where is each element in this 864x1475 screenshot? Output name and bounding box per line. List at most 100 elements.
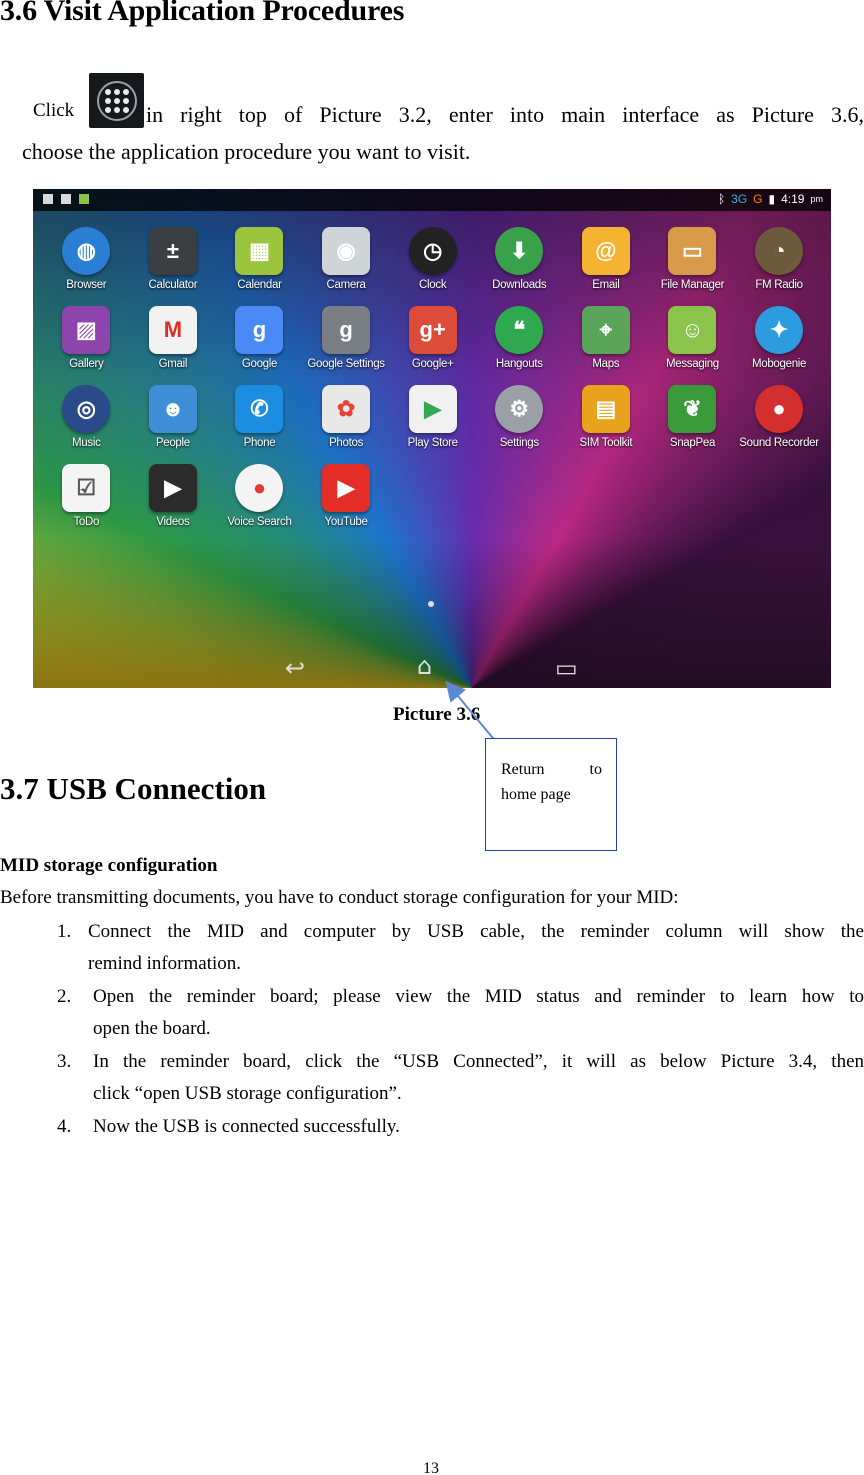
app-fm-radio[interactable]: ◔ FM Radio: [736, 227, 823, 306]
app-label: SnapPea: [669, 437, 716, 449]
list-item: 1. Connect the MID and computer by USB c…: [57, 916, 864, 980]
list-number: 2.: [57, 986, 72, 1007]
people-icon: ☻: [148, 385, 197, 433]
list-text-line-1: Open the reminder board; please view the…: [93, 986, 864, 1007]
sim-icon: ▤: [581, 385, 630, 433]
app-clock[interactable]: ◷ Clock: [389, 227, 476, 306]
clock-icon: ◷: [408, 227, 457, 275]
app-label: Voice Search: [227, 516, 292, 528]
app-sound-recorder[interactable]: ● Sound Recorder: [736, 385, 823, 464]
callout-word-return: Return: [501, 761, 545, 778]
gmail-icon: M: [148, 306, 197, 354]
network-3g-indicator: 3G: [731, 192, 748, 206]
app-label: Settings: [499, 437, 539, 449]
app-google[interactable]: g+ Google+: [389, 306, 476, 385]
app-gmail[interactable]: M Gmail: [130, 306, 217, 385]
all-apps-icon[interactable]: [89, 73, 144, 128]
app-videos[interactable]: ▶ Videos: [130, 464, 217, 543]
app-music[interactable]: ◎ Music: [43, 385, 130, 464]
app-downloads[interactable]: ⬇ Downloads: [476, 227, 563, 306]
app-people[interactable]: ☻ People: [130, 385, 217, 464]
back-button-icon[interactable]: ↩: [285, 656, 305, 680]
intro-line-1-text: in right top of Picture 3.2, enter into …: [146, 102, 864, 127]
figure-caption: Picture 3.6: [393, 704, 481, 725]
app-snappea[interactable]: ❦ SnapPea: [649, 385, 736, 464]
app-label: SIM Toolkit: [579, 437, 633, 449]
app-label: Google: [241, 358, 278, 370]
intro-line-2: choose the application procedure you wan…: [22, 139, 471, 164]
page-number: 13: [423, 1460, 439, 1475]
app-label: Sound Recorder: [739, 437, 819, 449]
list-text-line-1: Connect the MID and computer by USB cabl…: [88, 921, 864, 942]
app-label: People: [155, 437, 190, 449]
app-label: YouTube: [324, 516, 368, 528]
app-label: Google+: [411, 358, 454, 370]
app-phone[interactable]: ✆ Phone: [216, 385, 303, 464]
app-voice-search[interactable]: ● Voice Search: [216, 464, 303, 543]
app-calculator[interactable]: ± Calculator: [130, 227, 217, 306]
app-notification-icon: [79, 194, 89, 204]
app-todo[interactable]: ☑ ToDo: [43, 464, 130, 543]
calendar-icon: ▦: [235, 227, 284, 275]
app-label: Downloads: [492, 279, 547, 291]
app-email[interactable]: @ Email: [563, 227, 650, 306]
status-time: 4:19: [781, 192, 805, 206]
section-title-3-6: 3.6 Visit Application Procedures: [0, 0, 405, 27]
list-text-line-1: In the reminder board, click the “USB Co…: [93, 1051, 864, 1072]
app-label: File Manager: [660, 279, 725, 291]
list-item: 2. Open the reminder board; please view …: [57, 981, 864, 1045]
app-messaging[interactable]: ☺ Messaging: [649, 306, 736, 385]
app-file-manager[interactable]: ▭ File Manager: [649, 227, 736, 306]
globe-icon: ◍: [62, 227, 111, 275]
app-label: Play Store: [407, 437, 458, 449]
battery-icon: ▮: [768, 192, 776, 206]
app-google-settings[interactable]: g Google Settings: [303, 306, 390, 385]
list-text-line-1: Now the USB is connected successfully.: [93, 1116, 400, 1137]
app-gallery[interactable]: ▨ Gallery: [43, 306, 130, 385]
bluetooth-icon: ᛒ: [717, 192, 726, 206]
folder-icon: ▭: [668, 227, 717, 275]
app-google[interactable]: g Google: [216, 306, 303, 385]
hangouts-icon: ❝: [495, 306, 544, 354]
download-icon: ⬇: [495, 227, 544, 275]
snappea-icon: ❦: [668, 385, 717, 433]
camera-icon: ◉: [322, 227, 371, 275]
list-number: 4.: [57, 1116, 72, 1137]
list-number: 1.: [57, 921, 72, 942]
youtube-icon: ▶: [322, 464, 371, 512]
navigation-bar: ↩ ⌂ ▭: [33, 601, 831, 688]
list-text-line-2: open the board.: [93, 1018, 211, 1039]
app-browser[interactable]: ◍ Browser: [43, 227, 130, 306]
download-notification-icon: [61, 194, 71, 204]
email-icon: @: [581, 227, 630, 275]
list-item: 4. Now the USB is connected successfully…: [57, 1111, 864, 1143]
app-label: Google Settings: [307, 358, 385, 370]
app-label: Gallery: [69, 358, 104, 370]
app-sim-toolkit[interactable]: ▤ SIM Toolkit: [563, 385, 650, 464]
app-hangouts[interactable]: ❝ Hangouts: [476, 306, 563, 385]
app-label: Music: [72, 437, 101, 449]
messaging-icon: ☺: [668, 306, 717, 354]
click-word: Click: [33, 100, 75, 121]
app-camera[interactable]: ◉ Camera: [303, 227, 390, 306]
app-label: Calculator: [148, 279, 198, 291]
section-title-3-7: 3.7 USB Connection: [0, 771, 267, 806]
app-label: Hangouts: [495, 358, 543, 370]
app-label: Calendar: [237, 279, 282, 291]
app-settings[interactable]: ⚙ Settings: [476, 385, 563, 464]
app-mobogenie[interactable]: ✦ Mobogenie: [736, 306, 823, 385]
play-store-icon: ▶: [408, 385, 457, 433]
app-maps[interactable]: ⌖ Maps: [563, 306, 650, 385]
microphone-icon: ●: [755, 385, 804, 433]
app-label: Mobogenie: [751, 358, 807, 370]
recent-apps-button-icon[interactable]: ▭: [555, 656, 578, 680]
photos-icon: ✿: [322, 385, 371, 433]
home-button-icon[interactable]: ⌂: [417, 654, 432, 678]
app-youtube[interactable]: ▶ YouTube: [303, 464, 390, 543]
status-bar: ᛒ 3G G ▮ 4:19 pm: [33, 189, 831, 211]
app-play-store[interactable]: ▶ Play Store: [389, 385, 476, 464]
app-label: Messaging: [665, 358, 719, 370]
app-calendar[interactable]: ▦ Calendar: [216, 227, 303, 306]
app-photos[interactable]: ✿ Photos: [303, 385, 390, 464]
maps-icon: ⌖: [581, 306, 630, 354]
